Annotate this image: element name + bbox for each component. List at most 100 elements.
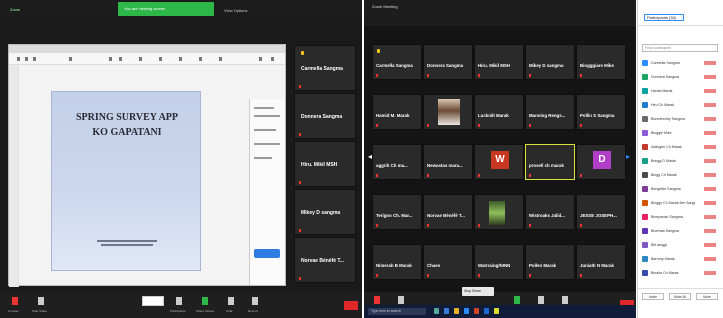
participant-search-input[interactable]: Find a participant: [642, 44, 718, 52]
mic-icon[interactable]: [12, 297, 18, 305]
slide-title-line2: KO GAPATANI: [92, 127, 162, 138]
video-icon[interactable]: [398, 296, 404, 304]
mute-all-button[interactable]: Mute All: [669, 293, 691, 300]
gallery-tile[interactable]: Chaes: [423, 244, 473, 280]
slide-title-line1: SPRING SURVEY APP: [75, 112, 179, 123]
participant-row[interactable]: Bengettin Sangma: [640, 184, 720, 194]
participant-row[interactable]: Hiru Ch Marak: [640, 100, 720, 110]
participant-row[interactable]: Binggie Mike: [640, 128, 720, 138]
participant-row[interactable]: Bringg D Marak: [640, 156, 720, 166]
gallery-tile[interactable]: Hiru. Mikil MSH: [474, 44, 524, 80]
chrome-icon[interactable]: [494, 308, 499, 314]
gallery-tile[interactable]: JESSE JOSEPH...: [576, 194, 626, 230]
share-preview-button[interactable]: [142, 296, 164, 306]
participant-row[interactable]: Binggy Ch Marak Ber Sangma: [640, 198, 720, 208]
right-title-bar: Zoom Meeting: [364, 0, 636, 26]
gallery-tile[interactable]: Hamid M. Marak: [372, 94, 422, 130]
view-options-menu[interactable]: View Options: [224, 8, 248, 13]
gallery-tile[interactable]: Carmella Sangma: [372, 44, 422, 80]
participant-row[interactable]: Hamid Marak: [640, 86, 720, 96]
participant-name: Bringg D Marak: [651, 159, 676, 163]
participant-row[interactable]: Bingg Ch Marak: [640, 170, 720, 180]
muted-mic-icon: [580, 224, 582, 227]
participant-tile[interactable]: Carmella Sangma: [294, 45, 356, 91]
gallery-tile[interactable]: Nimerah B Marak: [372, 244, 422, 280]
invite-button[interactable]: Invite: [642, 293, 664, 300]
muted-icons: [704, 61, 716, 65]
end-meeting-button[interactable]: [344, 301, 358, 310]
participant-row[interactable]: Bunnehmilly Sangma: [640, 114, 720, 124]
gallery-tile[interactable]: prosell ch marak: [525, 144, 575, 180]
next-page-icon[interactable]: ▸: [626, 152, 630, 161]
muted-mic-icon: [580, 74, 582, 77]
gallery-tile[interactable]: D: [576, 144, 626, 180]
word-icon[interactable]: [484, 308, 489, 314]
participant-row[interactable]: Donnera Sangma: [640, 72, 720, 82]
taskview-icon[interactable]: [434, 308, 439, 314]
participant-row[interactable]: Barrnny Marak: [640, 254, 720, 264]
folder-icon[interactable]: [454, 308, 459, 314]
participants-icon[interactable]: [176, 297, 182, 305]
mic-icon[interactable]: [374, 296, 380, 304]
reactions-icon[interactable]: [562, 296, 568, 304]
muted-mic-icon: [478, 124, 480, 127]
gallery-tile[interactable]: Lucknilt Marak: [474, 94, 524, 130]
participant-name: Adavgen Ch Marak: [651, 145, 682, 149]
gallery-tile[interactable]: Watrraing/NINN: [474, 244, 524, 280]
toolbar-icon: [25, 57, 28, 61]
gallery-tile[interactable]: Juniath N Marak: [576, 244, 626, 280]
gallery-tile[interactable]: [474, 194, 524, 230]
gallery-tile[interactable]: Mikey D sangma: [525, 44, 575, 80]
chat-icon[interactable]: [538, 296, 544, 304]
participant-row[interactable]: Bilt tanggi: [640, 240, 720, 250]
muted-icons: [704, 117, 716, 121]
stop-share-tooltip[interactable]: Stop Share: [462, 287, 494, 296]
gallery-tile[interactable]: aggrih Ch ma...: [372, 144, 422, 180]
tile-name: prosell ch marak: [529, 163, 564, 168]
control-label: Unmute: [8, 309, 19, 313]
participant-avatar: [642, 102, 648, 108]
gallery-tile[interactable]: Bingggiare Mike: [576, 44, 626, 80]
edge-icon[interactable]: [444, 308, 449, 314]
sharing-banner[interactable]: You are viewing screen: [118, 2, 214, 16]
participant-row[interactable]: Bheyranah Sangma: [640, 212, 720, 222]
participant-tile[interactable]: Hiru. Mikil MSH: [294, 141, 356, 187]
gallery-tile[interactable]: Pollen Marak: [525, 244, 575, 280]
participant-tile[interactable]: Donnera Sangma: [294, 93, 356, 139]
tile-name: Manning Rengs...: [529, 113, 566, 118]
participant-avatar: [642, 270, 648, 276]
record-icon[interactable]: [252, 297, 258, 305]
participants-tab[interactable]: Participants (30): [644, 14, 684, 21]
tile-name: Juniath N Marak: [580, 263, 614, 268]
chat-icon[interactable]: [228, 297, 234, 305]
gallery-tile[interactable]: W: [474, 144, 524, 180]
video-icon[interactable]: [38, 297, 44, 305]
participant-avatar: [642, 172, 648, 178]
gallery-tile[interactable]: Donnera Sangma: [423, 44, 473, 80]
participant-tile[interactable]: Norvae Bénéfé T...: [294, 237, 356, 283]
share-screen-icon[interactable]: [514, 296, 520, 304]
zoom-taskbar-icon[interactable]: [464, 308, 469, 314]
gallery-tile[interactable]: Manning Rengs...: [525, 94, 575, 130]
participant-row[interactable]: Adavgen Ch Marak: [640, 142, 720, 152]
taskbar-search[interactable]: Type here to search: [368, 308, 426, 315]
share-screen-icon[interactable]: [202, 297, 208, 305]
more-button[interactable]: More: [696, 293, 718, 300]
participant-name: Donnera Sangma: [301, 114, 343, 120]
participant-tile[interactable]: Mikey D sangma: [294, 189, 356, 235]
tile-name: Mikey D sangma: [529, 63, 564, 68]
participant-row[interactable]: Binaka Ch Marak: [640, 268, 720, 278]
control-label: Participants: [170, 309, 186, 313]
gallery-tile[interactable]: Newastas mara...: [423, 144, 473, 180]
gallery-tile[interactable]: Pollin S Sangma: [576, 94, 626, 130]
participant-row[interactable]: Bherbaa Sangma: [640, 226, 720, 236]
gallery-tile[interactable]: [423, 94, 473, 130]
powerpoint-icon[interactable]: [474, 308, 479, 314]
prev-page-icon[interactable]: ◂: [368, 152, 372, 161]
gallery-tile[interactable]: Wistroaks Jalid...: [525, 194, 575, 230]
participant-row[interactable]: Carmella Sangma: [640, 58, 720, 68]
participant-avatar: D: [593, 151, 611, 169]
gallery-tile[interactable]: Terigno Ch. Mar...: [372, 194, 422, 230]
toolbar-icon: [139, 57, 142, 61]
gallery-tile[interactable]: Norvae Bénéfé T...: [423, 194, 473, 230]
